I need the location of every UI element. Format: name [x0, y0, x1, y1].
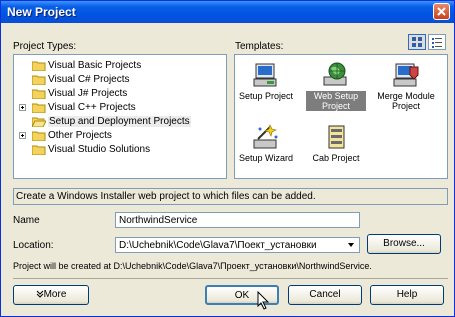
tree-item-other-projects[interactable]: Other Projects: [14, 129, 224, 143]
location-combobox[interactable]: D:\Uchebnik\Code\Glava7\Поект_установки: [115, 237, 360, 253]
project-path-info: Project will be created at D:\Uchebnik\C…: [13, 261, 372, 271]
tree-item-visual-cpp[interactable]: Visual C++ Projects: [14, 101, 224, 115]
window-title: New Project: [7, 5, 76, 19]
template-setup-wizard[interactable]: Setup Wizard: [236, 123, 296, 163]
expand-icon[interactable]: [19, 132, 26, 139]
templates-label: Templates:: [235, 41, 284, 52]
separator: [13, 278, 448, 279]
name-label: Name: [13, 215, 40, 226]
template-label: Cab Project: [312, 153, 360, 163]
tree-item-label: Setup and Deployment Projects: [48, 116, 191, 127]
location-value: D:\Uchebnik\Code\Glava7\Поект_установки: [119, 240, 317, 251]
tree-item-visual-jsharp[interactable]: Visual J# Projects: [14, 87, 224, 101]
tree-item-setup-deployment[interactable]: Setup and Deployment Projects: [14, 115, 224, 129]
folder-icon: [32, 61, 46, 71]
location-label: Location:: [13, 240, 54, 251]
project-types-label: Project Types:: [13, 41, 77, 52]
folder-icon: [32, 103, 46, 113]
mouse-cursor-icon: [257, 291, 270, 310]
template-web-setup-project[interactable]: Web Setup Project: [306, 61, 366, 111]
more-button[interactable]: More: [13, 285, 89, 305]
template-setup-project[interactable]: Setup Project: [236, 61, 296, 101]
folder-icon: [32, 75, 46, 85]
browse-button[interactable]: Browse...: [367, 234, 441, 254]
more-label: More: [43, 289, 67, 300]
template-description: Create a Windows Installer web project t…: [13, 188, 448, 205]
setup-project-icon: [253, 63, 277, 87]
tree-item-vs-solutions[interactable]: Visual Studio Solutions: [14, 143, 224, 157]
folder-icon: [32, 89, 46, 99]
tree-item-label: Other Projects: [48, 130, 112, 141]
folder-icon: [32, 145, 46, 155]
templates-list[interactable]: Setup Project Web Setup Project Merge Mo…: [234, 54, 448, 179]
setup-wizard-icon: [253, 124, 278, 149]
dropdown-button[interactable]: [344, 239, 358, 251]
double-chevron-down-icon: [36, 290, 43, 298]
description-text: Create a Windows Installer web project t…: [16, 191, 316, 202]
name-value: NorthwindService: [119, 215, 198, 226]
expand-icon[interactable]: [19, 104, 26, 111]
large-icons-icon: [412, 37, 422, 47]
large-icons-view-button[interactable]: [408, 34, 426, 50]
template-label: Setup Project: [238, 91, 294, 101]
name-field[interactable]: NorthwindService: [115, 212, 360, 228]
chevron-down-icon: [348, 243, 354, 247]
open-folder-icon: [32, 117, 46, 127]
list-view-icon: [432, 38, 442, 48]
tree-item-label: Visual C# Projects: [48, 74, 130, 85]
cab-project-icon: [328, 125, 345, 149]
tree-item-label: Visual C++ Projects: [48, 102, 136, 113]
merge-module-project-icon: [393, 63, 419, 87]
title-bar: New Project: [1, 1, 454, 23]
tree-item-visual-csharp[interactable]: Visual C# Projects: [14, 73, 224, 87]
template-label: Setup Wizard: [238, 153, 294, 163]
template-label: Web Setup Project: [306, 91, 366, 111]
template-cab-project[interactable]: Cab Project: [306, 123, 366, 163]
project-types-tree[interactable]: Visual Basic Projects Visual C# Projects…: [13, 54, 227, 179]
template-label: Merge Module Project: [377, 91, 435, 111]
web-setup-project-icon: [323, 62, 347, 86]
template-merge-module-project[interactable]: Merge Module Project: [376, 61, 436, 111]
cancel-button[interactable]: Cancel: [288, 285, 362, 305]
help-button[interactable]: Help: [370, 285, 444, 305]
tree-item-label: Visual Studio Solutions: [48, 144, 151, 155]
tree-item-visual-basic[interactable]: Visual Basic Projects: [14, 59, 224, 73]
tree-item-label: Visual Basic Projects: [48, 60, 142, 71]
tree-item-label: Visual J# Projects: [48, 88, 128, 99]
list-view-button[interactable]: [428, 34, 446, 50]
close-icon: [437, 7, 446, 16]
folder-icon: [32, 131, 46, 141]
close-button[interactable]: [433, 3, 450, 20]
new-project-dialog: New Project Project Types: Templates: Vi…: [0, 0, 455, 317]
